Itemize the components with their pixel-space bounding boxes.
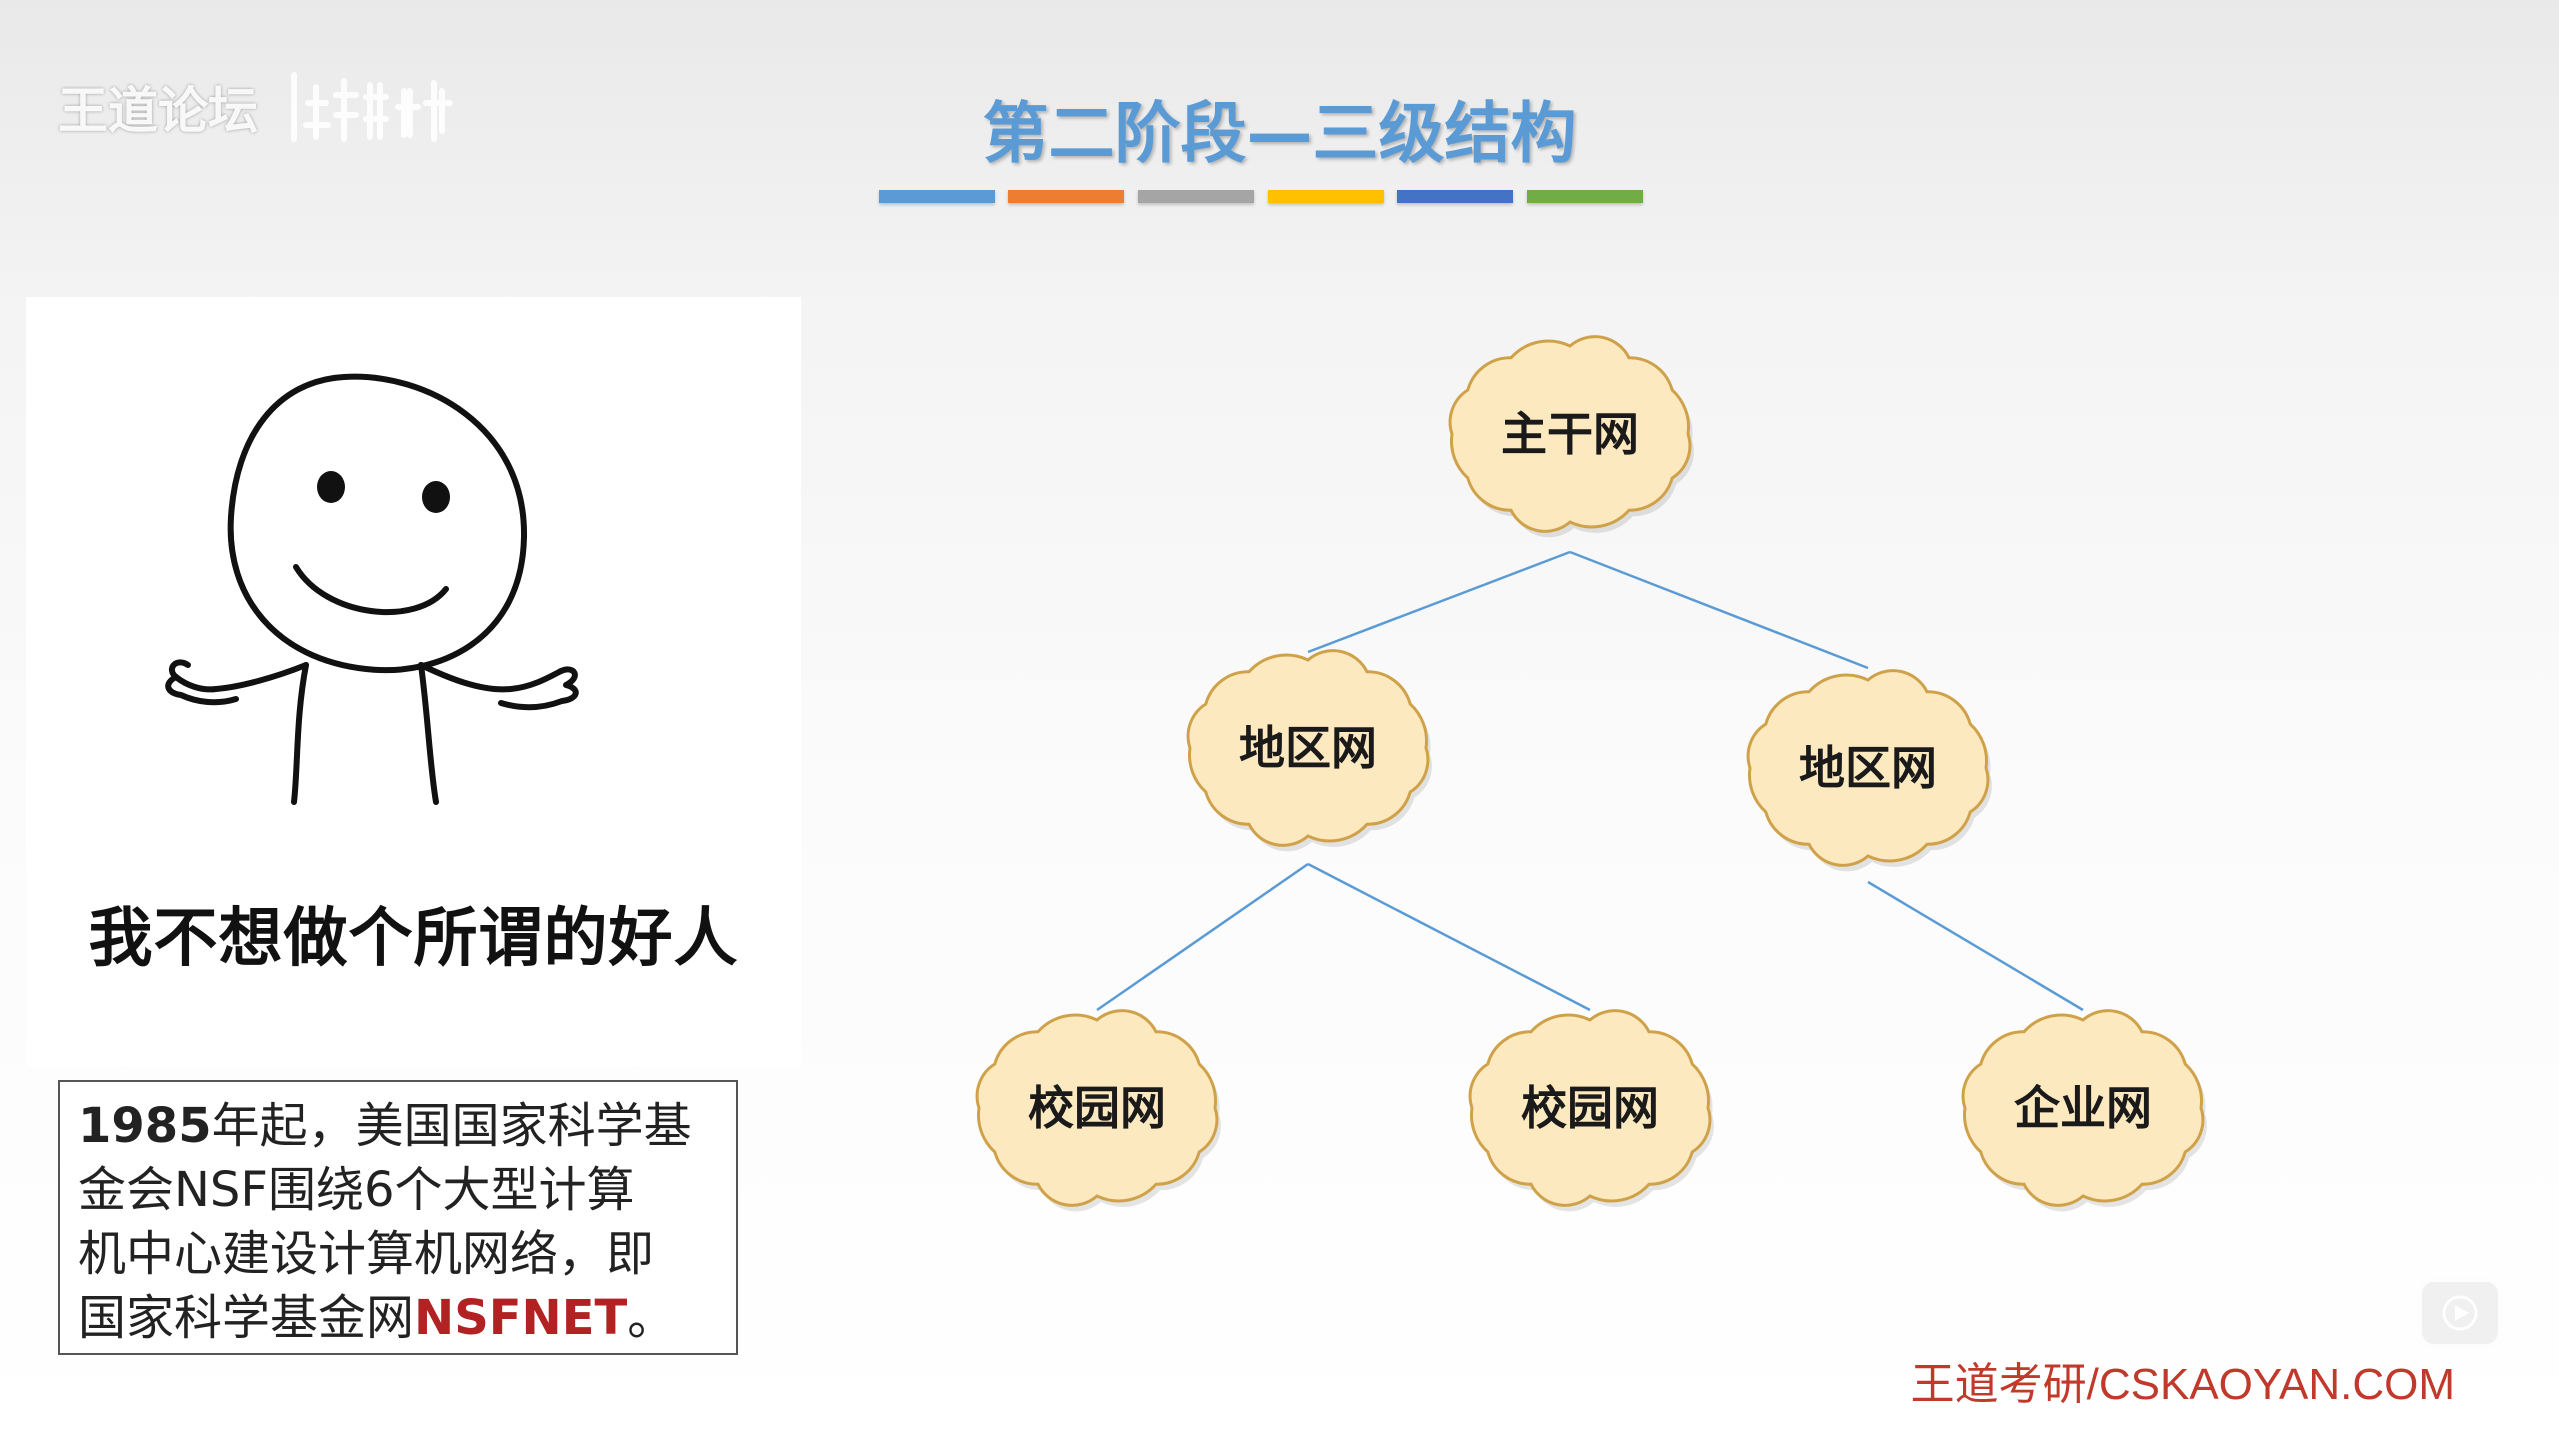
footer-brand: 王道考研/CSKAOYAN.COM (1910, 1360, 2455, 1409)
cloud-node-campus1: 校园网 (975, 1009, 1221, 1212)
cloud-node-backbone: 主干网 (1448, 335, 1694, 538)
play-icon (2442, 1295, 2478, 1331)
link-backbone-region2 (1569, 550, 1869, 670)
cloud-label-campus1: 校园网 (1028, 1081, 1166, 1135)
three-tier-network-diagram: 主干网地区网 地区网校园网 校园网 企业网 (975, 335, 2207, 1212)
link-region2-enterprise (1867, 880, 2084, 1012)
link-backbone-region1 (1307, 550, 1571, 654)
cloud-node-enterprise: 企业网 (1961, 1009, 2207, 1212)
cloud-label-region2: 地区网 (1799, 741, 1937, 795)
cloud-node-region1: 地区网 (1186, 649, 1432, 852)
cloud-label-campus2: 校园网 (1521, 1081, 1659, 1135)
cloud-node-campus2: 校园网 (1468, 1009, 1714, 1212)
link-region1-campus2 (1307, 862, 1591, 1012)
cloud-label-backbone: 主干网 (1501, 407, 1639, 461)
cloud-label-enterprise: 企业网 (2014, 1081, 2152, 1135)
cloud-node-region2: 地区网 (1746, 669, 1992, 872)
link-region1-campus1 (1096, 862, 1309, 1012)
cloud-label-region1: 地区网 (1239, 721, 1377, 775)
play-button[interactable] (2418, 1278, 2502, 1348)
